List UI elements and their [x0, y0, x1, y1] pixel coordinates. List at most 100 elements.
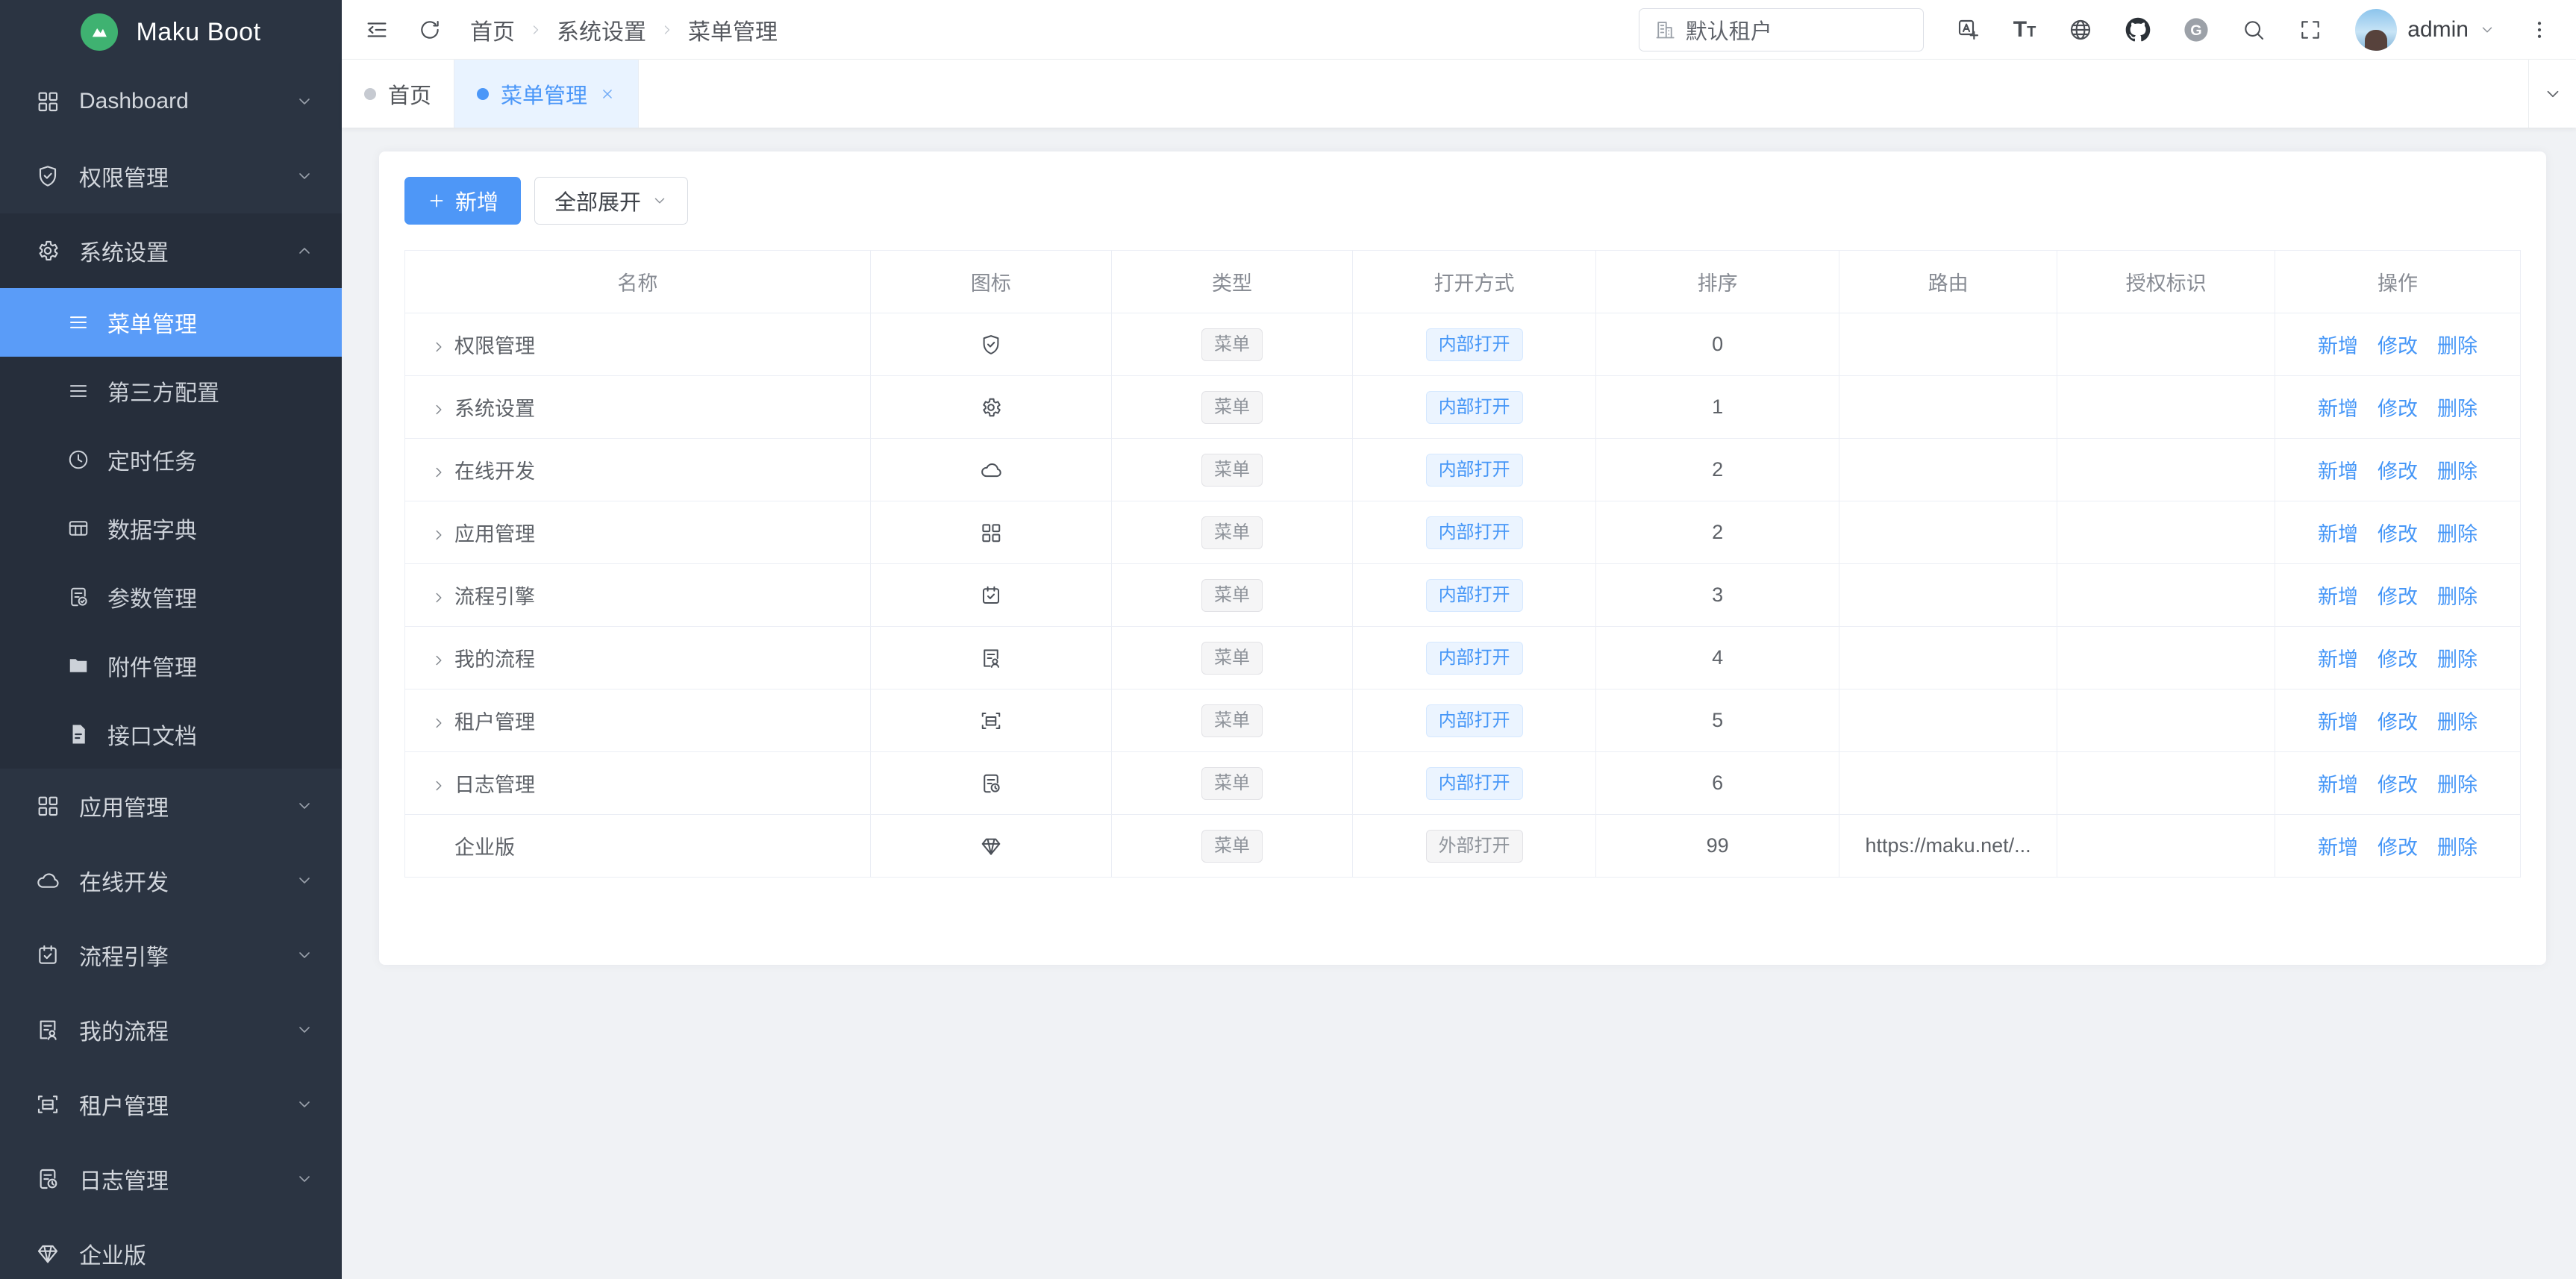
row-add-link[interactable]: 新增	[2318, 774, 2358, 796]
row-add-link[interactable]: 新增	[2318, 398, 2358, 420]
route-value	[1839, 689, 2057, 752]
sidebar-item-menu-management[interactable]: 菜单管理	[0, 288, 342, 357]
sidebar-item-tenant-management[interactable]: 租户管理	[0, 1067, 342, 1142]
sidebar-item-scheduled-tasks[interactable]: 定时任务	[0, 425, 342, 494]
auth-value	[2057, 564, 2275, 627]
chevron-down-icon	[296, 93, 313, 110]
chevron-down-icon	[2543, 84, 2563, 104]
row-edit-link[interactable]: 修改	[2378, 460, 2418, 483]
row-add-link[interactable]: 新增	[2318, 335, 2358, 357]
sidebar-item-dashboard[interactable]: Dashboard	[0, 64, 342, 139]
row-edit-link[interactable]: 修改	[2378, 648, 2418, 671]
row-add-link[interactable]: 新增	[2318, 586, 2358, 608]
breadcrumb-item-home[interactable]: 首页	[470, 13, 515, 46]
expand-all-button[interactable]: 全部展开	[534, 177, 688, 225]
open-mode-tag: 内部打开	[1426, 454, 1523, 487]
username: admin	[2407, 17, 2469, 43]
sidebar-item-permissions[interactable]: 权限管理	[0, 139, 342, 213]
globe-icon[interactable]	[2069, 18, 2092, 42]
sidebar-item-online-dev[interactable]: 在线开发	[0, 843, 342, 918]
row-delete-link[interactable]: 删除	[2437, 774, 2477, 796]
row-add-link[interactable]: 新增	[2318, 523, 2358, 545]
row-expand-icon[interactable]	[431, 715, 447, 731]
row-expand-icon[interactable]	[431, 590, 447, 606]
sidebar-item-third-party-config[interactable]: 第三方配置	[0, 357, 342, 425]
breadcrumb-item-system-settings[interactable]: 系统设置	[557, 13, 646, 46]
sidebar-item-enterprise[interactable]: 企业版	[0, 1216, 342, 1279]
font-size-icon[interactable]: TT	[2013, 19, 2036, 41]
sidebar-item-log-management[interactable]: 日志管理	[0, 1142, 342, 1216]
tab-menu-management[interactable]: 菜单管理	[454, 60, 639, 128]
type-tag: 菜单	[1201, 516, 1263, 549]
sidebar-item-attachment-management[interactable]: 附件管理	[0, 631, 342, 700]
chevron-right-icon	[528, 22, 543, 37]
more-dots-icon[interactable]	[2528, 19, 2551, 41]
row-expand-icon[interactable]	[431, 527, 447, 543]
row-expand-icon[interactable]	[431, 339, 447, 355]
menu-name: 在线开发	[454, 460, 535, 483]
row-delete-link[interactable]: 删除	[2437, 398, 2477, 420]
translate-icon[interactable]	[1957, 18, 1981, 42]
row-add-link[interactable]: 新增	[2318, 711, 2358, 734]
row-add-link[interactable]: 新增	[2318, 836, 2358, 859]
row-expand-icon[interactable]	[431, 401, 447, 418]
sidebar-item-data-dictionary[interactable]: 数据字典	[0, 494, 342, 563]
row-edit-link[interactable]: 修改	[2378, 586, 2418, 608]
type-tag: 菜单	[1201, 579, 1263, 612]
sidebar-item-parameter-management[interactable]: 参数管理	[0, 563, 342, 631]
sort-value: 5	[1596, 689, 1839, 752]
row-edit-link[interactable]: 修改	[2378, 335, 2418, 357]
sidebar-item-flow-engine[interactable]: 流程引擎	[0, 918, 342, 992]
row-expand-icon[interactable]	[431, 778, 447, 794]
sidebar-item-label: 权限管理	[79, 160, 276, 193]
row-expand-icon[interactable]	[431, 464, 447, 481]
row-edit-link[interactable]: 修改	[2378, 398, 2418, 420]
sidebar-item-app-management[interactable]: 应用管理	[0, 769, 342, 843]
row-delete-link[interactable]: 删除	[2437, 836, 2477, 859]
search-icon[interactable]	[2242, 18, 2266, 42]
add-button[interactable]: 新增	[404, 177, 521, 225]
app-root: Maku Boot Dashboard 权限管理 系统设置	[0, 0, 2576, 1279]
tenant-frame-icon	[871, 710, 1111, 732]
collapse-sidebar-icon[interactable]	[364, 17, 390, 43]
close-icon[interactable]	[599, 86, 616, 102]
row-add-link[interactable]: 新增	[2318, 648, 2358, 671]
sidebar-item-api-docs[interactable]: 接口文档	[0, 700, 342, 769]
table-row: 权限管理 菜单 内部打开 0 新增修改删除	[405, 313, 2521, 376]
open-mode-tag: 内部打开	[1426, 642, 1523, 675]
table-row: 企业版 菜单 外部打开 99 https://maku.net/... 新增修改…	[405, 815, 2521, 878]
tab-home[interactable]: 首页	[342, 60, 454, 128]
row-edit-link[interactable]: 修改	[2378, 523, 2418, 545]
mountain-logo-icon	[81, 13, 118, 51]
sort-value: 2	[1596, 439, 1839, 501]
row-delete-link[interactable]: 删除	[2437, 586, 2477, 608]
col-sort: 排序	[1596, 251, 1839, 313]
tenant-building-icon	[1654, 19, 1675, 40]
sidebar-item-my-flows[interactable]: 我的流程	[0, 992, 342, 1067]
user-menu[interactable]: admin	[2355, 9, 2495, 51]
tab-options-dropdown[interactable]	[2528, 60, 2576, 128]
row-edit-link[interactable]: 修改	[2378, 774, 2418, 796]
github-icon[interactable]	[2125, 17, 2151, 43]
row-delete-link[interactable]: 删除	[2437, 648, 2477, 671]
gitee-icon[interactable]: G	[2183, 17, 2209, 43]
tab-bar: 首页 菜单管理	[342, 60, 2576, 128]
row-edit-link[interactable]: 修改	[2378, 836, 2418, 859]
refresh-icon[interactable]	[418, 18, 442, 42]
file-icon	[67, 723, 90, 745]
sidebar-item-system-settings[interactable]: 系统设置	[0, 213, 342, 288]
tenant-select[interactable]: 默认租户	[1639, 8, 1924, 51]
fullscreen-icon[interactable]	[2298, 18, 2322, 42]
row-edit-link[interactable]: 修改	[2378, 711, 2418, 734]
row-delete-link[interactable]: 删除	[2437, 523, 2477, 545]
row-delete-link[interactable]: 删除	[2437, 460, 2477, 483]
auth-value	[2057, 376, 2275, 439]
row-delete-link[interactable]: 删除	[2437, 711, 2477, 734]
chevron-down-icon	[296, 1170, 313, 1188]
document-user-icon	[871, 647, 1111, 669]
row-add-link[interactable]: 新增	[2318, 460, 2358, 483]
menu-name: 日志管理	[454, 774, 535, 796]
row-expand-icon[interactable]	[431, 652, 447, 669]
row-delete-link[interactable]: 删除	[2437, 335, 2477, 357]
sidebar-item-label: 数据字典	[107, 512, 197, 545]
